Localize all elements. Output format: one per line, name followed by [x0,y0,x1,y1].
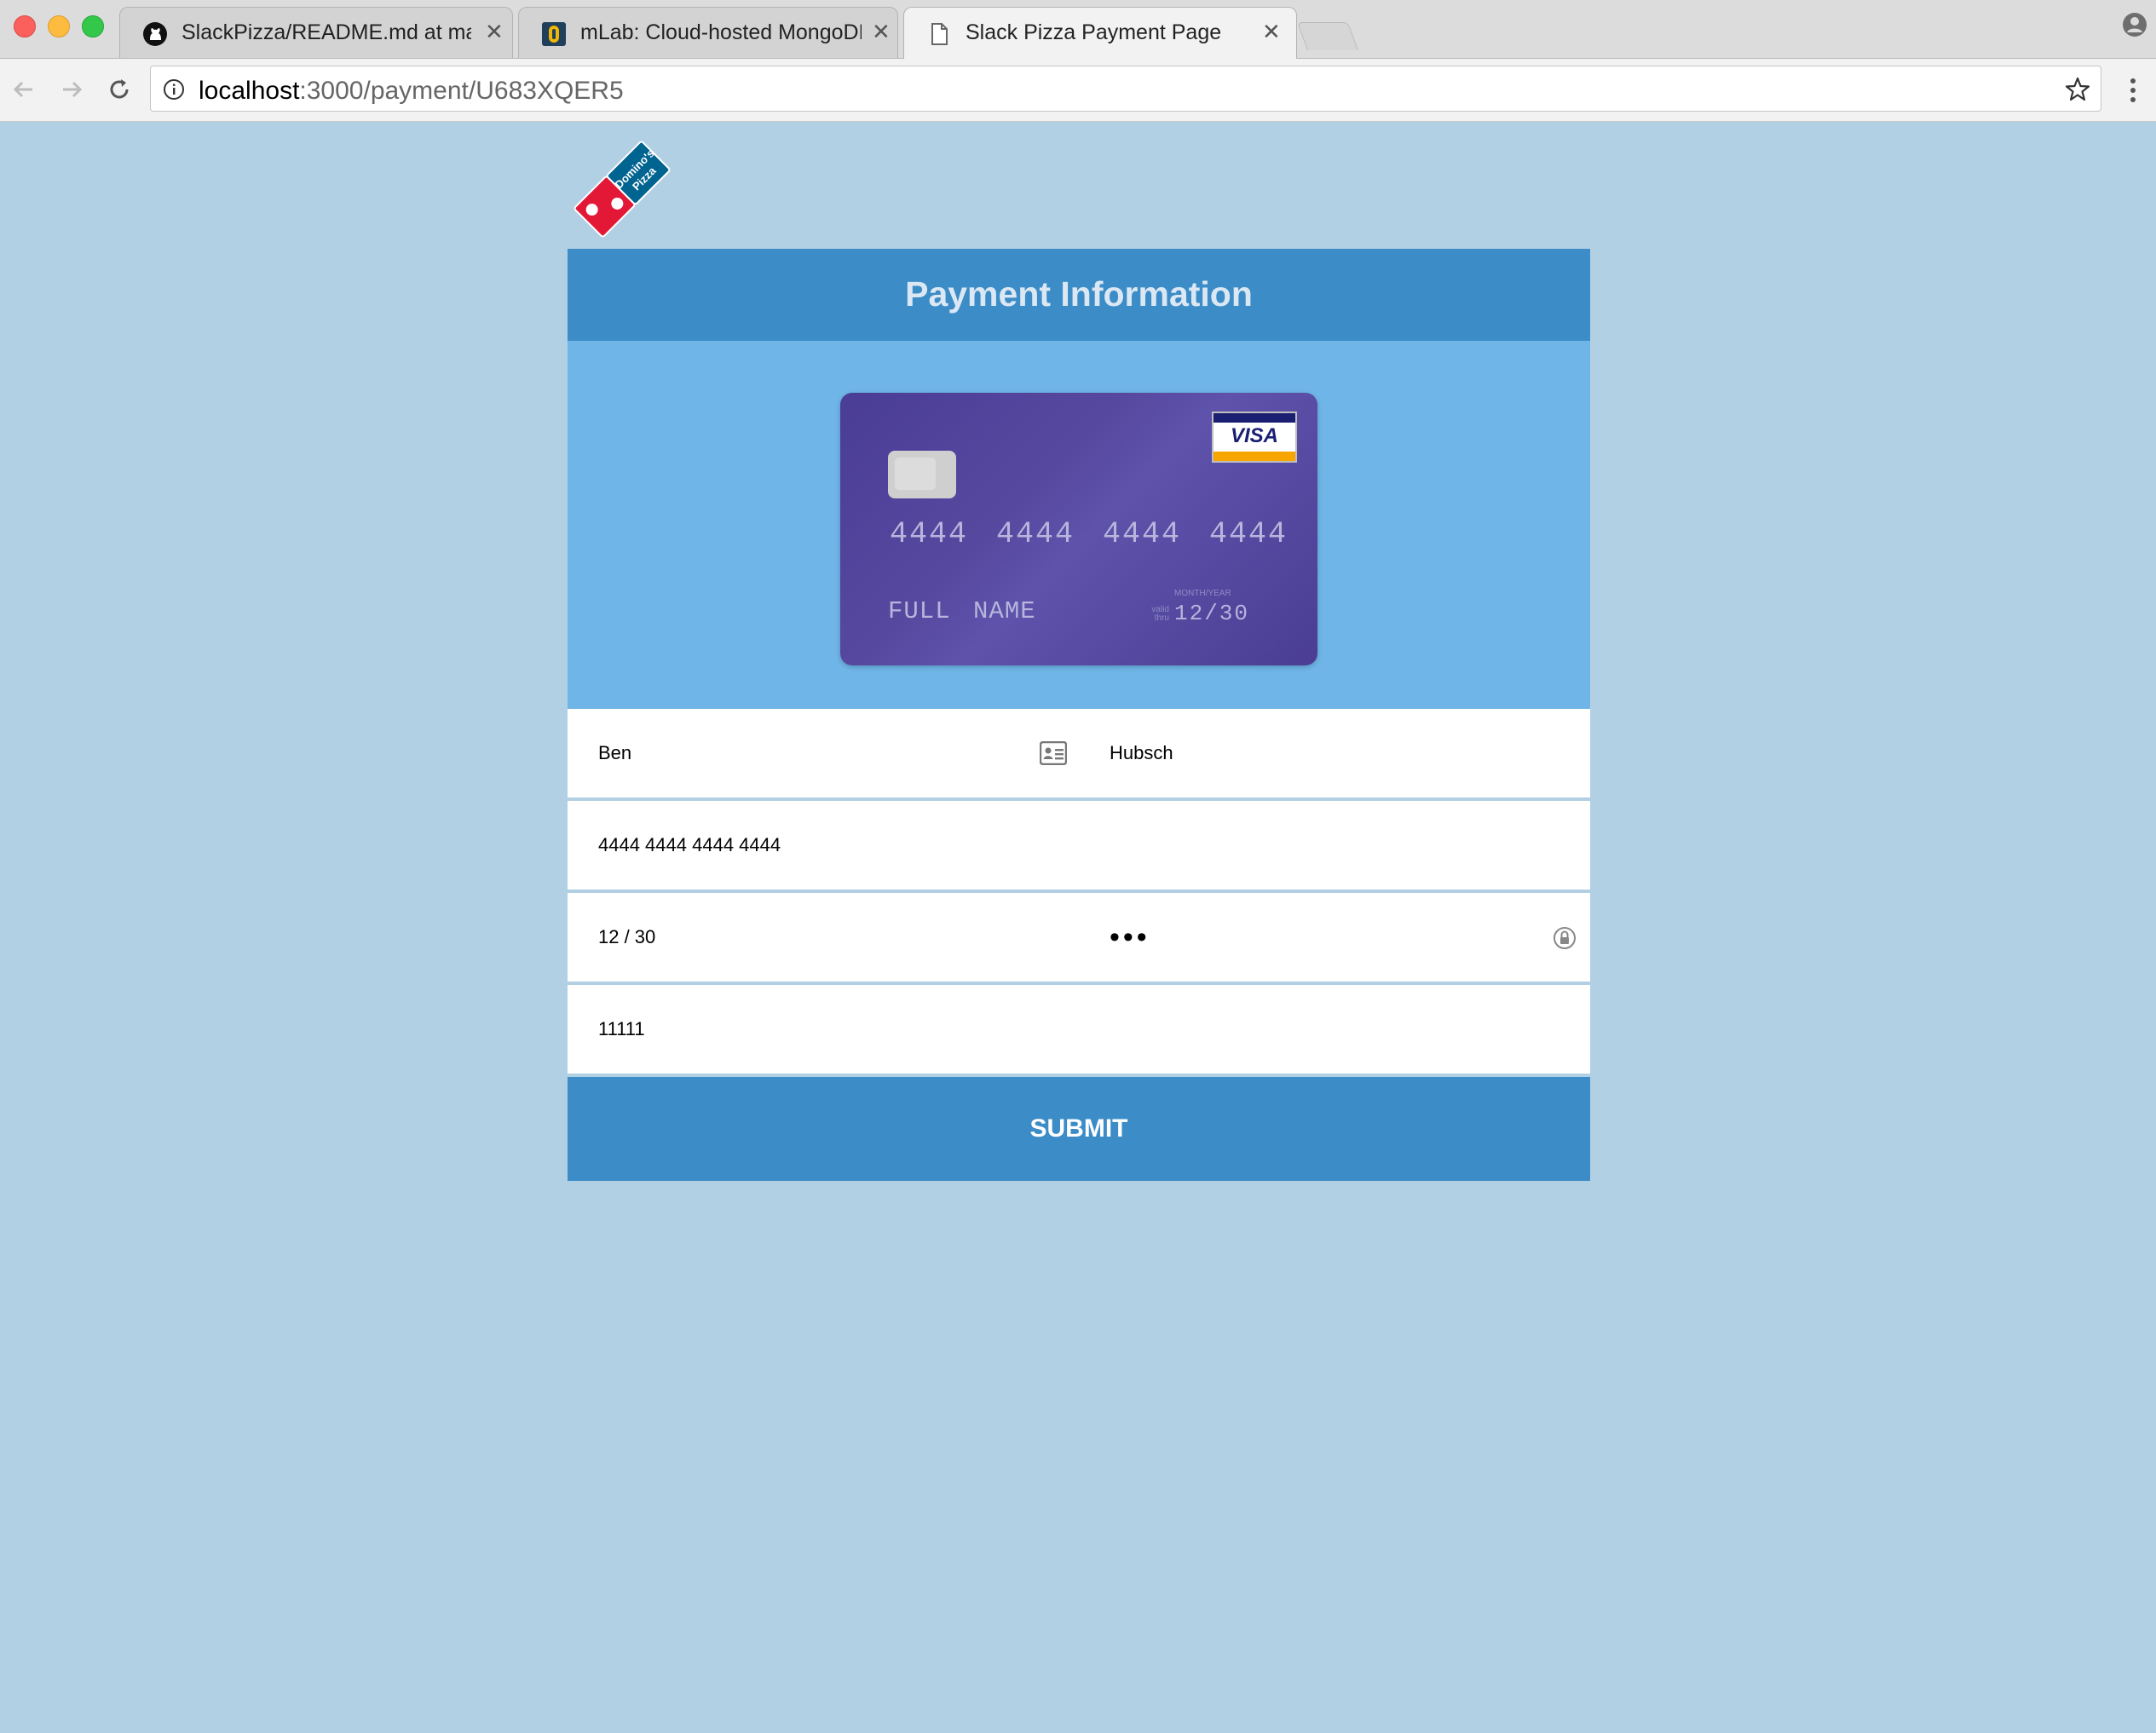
document-icon [931,23,948,45]
name-row [568,709,1590,801]
close-window-button[interactable] [14,15,36,37]
cvc-input[interactable] [1110,893,1365,982]
zip-row [568,985,1590,1077]
close-icon[interactable]: ✕ [872,19,891,45]
github-icon [143,22,167,46]
new-tab-button[interactable] [1296,22,1359,50]
last-name-input[interactable] [1110,709,1536,797]
payment-panel: Payment Information VISA 4444 4444 4444 … [568,249,1590,1181]
card-number-row [568,801,1590,893]
browser-toolbar: localhost:3000/payment/U683XQER5 [0,59,2156,122]
lock-icon [1554,927,1576,949]
zoom-window-button[interactable] [82,15,104,37]
panel-header: Payment Information [568,249,1590,341]
first-name-input[interactable] [598,709,1007,797]
tab-github-readme[interactable]: SlackPizza/README.md at master ✕ [119,7,513,58]
month-year-label: MONTH/YEAR [1174,589,1231,598]
tab-label: Slack Pizza Payment Page [966,20,1222,44]
forward-arrow-icon[interactable] [55,72,89,107]
card-number-input[interactable] [598,801,1536,890]
expiry-input[interactable] [598,893,1024,982]
url-text[interactable]: localhost:3000/payment/U683XQER5 [199,77,624,106]
submit-button[interactable]: SUBMIT [568,1077,1590,1181]
reload-icon[interactable] [102,72,136,107]
close-icon[interactable]: ✕ [1262,19,1281,45]
profile-icon[interactable] [2122,12,2147,37]
back-arrow-icon[interactable] [7,72,41,107]
tab-label: mLab: Cloud-hosted MongoDB [580,20,862,44]
tab-mlab[interactable]: mLab: Cloud-hosted MongoDB ✕ [518,7,898,58]
payment-form: SUBMIT [568,709,1590,1181]
card-name-display: FULL NAME [888,597,1036,625]
url-host: localhost [199,77,300,105]
card-number-display: 4444 4444 4444 4444 [890,517,1288,551]
zip-input[interactable] [598,985,1536,1074]
card-preview-area: VISA 4444 4444 4444 4444 FULL NAME MONTH… [568,341,1590,709]
card-brand: VISA [1230,424,1278,447]
minimize-window-button[interactable] [48,15,70,37]
expiry-cvc-row [568,893,1590,985]
tab-payment-page[interactable]: Slack Pizza Payment Page ✕ [903,7,1297,59]
browser-menu-icon[interactable] [2125,76,2141,105]
credit-card-preview: VISA 4444 4444 4444 4444 FULL NAME MONTH… [840,393,1317,665]
dominos-logo: Domino's Pizza [574,141,671,238]
tab-label: SlackPizza/README.md at master [182,20,471,44]
visa-logo: VISA [1212,412,1297,463]
tab-strip: SlackPizza/README.md at master ✕ mLab: C… [0,0,2156,59]
url-path: :3000/payment/U683XQER5 [299,77,624,105]
bookmark-star-icon[interactable] [2063,75,2092,104]
card-expiry-display: 12/30 [1174,601,1250,626]
mlab-icon [542,22,566,46]
close-icon[interactable]: ✕ [485,19,504,45]
card-chip [888,451,956,498]
address-bar[interactable]: localhost:3000/payment/U683XQER5 [150,66,2101,112]
valid-thru-label: valid thru [1151,605,1169,623]
browser-chrome: SlackPizza/README.md at master ✕ mLab: C… [0,0,2156,122]
id-card-icon [1040,741,1067,765]
page-title: Payment Information [905,273,1253,314]
info-icon[interactable] [163,78,185,101]
